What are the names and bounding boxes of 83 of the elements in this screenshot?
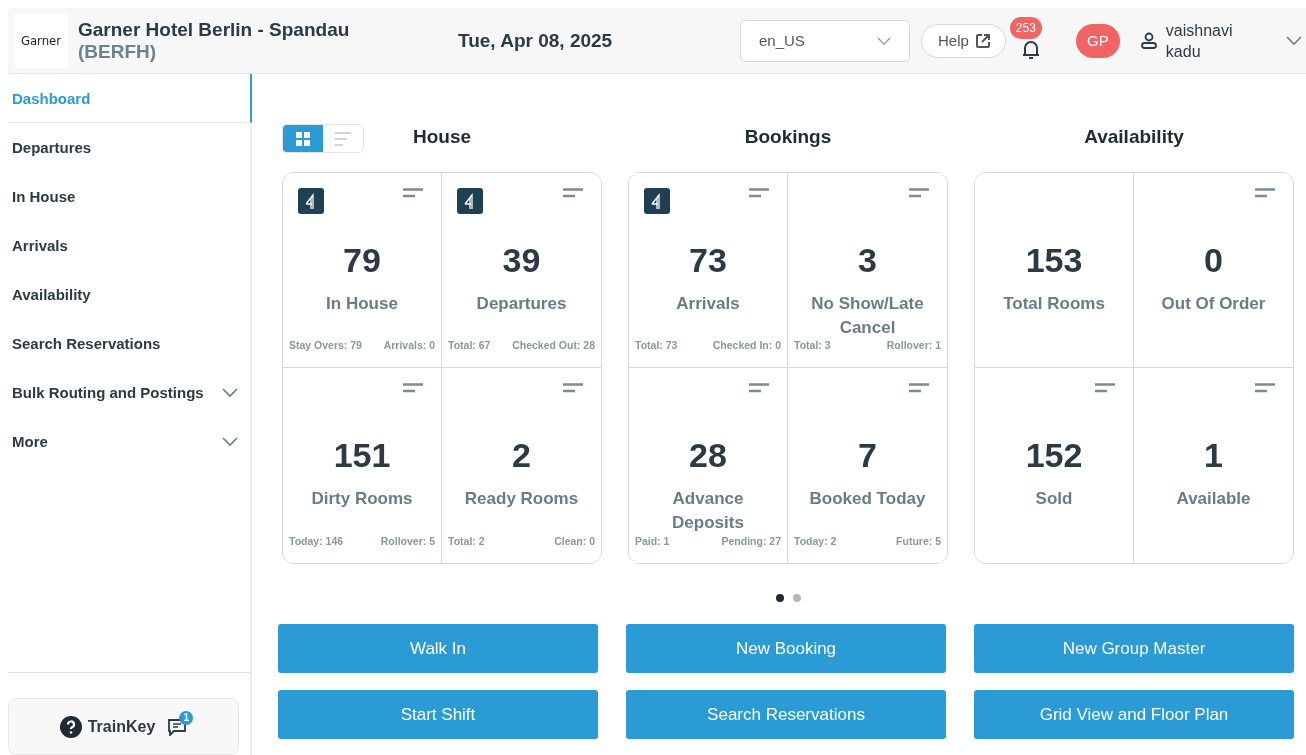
stat-detail: Checked In: 0 [712,339,781,351]
help-icon [59,715,82,738]
sort-icon[interactable] [403,383,423,393]
stat-value: 1 [1204,436,1223,475]
chevron-icon[interactable] [222,387,238,398]
sort-icon[interactable] [563,383,583,393]
sort-icon[interactable] [749,188,769,198]
user-menu-chevron-icon[interactable] [1285,35,1302,46]
message-count: 1 [179,710,194,725]
stat-detail: Total: 73 [635,339,678,351]
trainkey-button[interactable]: TrainKey 1 [8,698,239,755]
stat-label: Out Of Order [1160,293,1267,315]
stat-label: Dirty Rooms [310,488,414,510]
sort-icon[interactable] [909,383,929,393]
stat-value: 73 [689,241,727,280]
sidebar-item[interactable]: Search Reservations [8,319,252,368]
stat-value: 2 [512,436,531,475]
stat-detail: Total: 2 [448,535,485,547]
stat-label: In House [325,293,399,315]
sidebar-item[interactable]: Bulk Routing and Postings [8,368,252,417]
page-dot[interactable] [775,594,784,602]
sidebar-item[interactable]: In House [8,172,252,221]
sidebar-item[interactable]: Departures [8,123,252,172]
stat-detail: Clean: 0 [554,535,595,547]
stat-value: 79 [343,241,381,280]
sort-icon[interactable] [1255,188,1275,198]
sort-icon[interactable] [909,188,929,198]
sort-icon[interactable] [1255,383,1275,393]
stat-label: Ready Rooms [463,488,580,510]
sort-icon[interactable] [563,188,583,198]
notification-count: 253 [1009,16,1042,39]
hotel-logo: Garner [14,13,68,68]
stat-detail: Today: 2 [794,535,837,547]
stat-detail: Total: 3 [794,339,831,351]
stat-detail: Rollover: 1 [886,339,941,351]
stat-label: Departures [475,293,568,315]
grid-view-toggle[interactable] [283,125,323,152]
stat-value: 3 [858,241,877,280]
stat-detail: Total: 67 [448,339,491,351]
list-icon [335,131,351,146]
sidebar-item[interactable]: Availability [8,270,252,319]
chevron-icon [877,36,891,45]
stat-label: Arrivals [675,293,741,315]
stat-value: 151 [333,436,391,475]
external-link-icon [974,32,991,49]
sort-icon[interactable] [1095,383,1115,393]
chevron-icon[interactable] [222,436,238,447]
stat-value: 28 [689,436,727,475]
stat-label: No Show/Late Cancel [810,293,925,339]
page-dot[interactable] [792,594,801,602]
language-select[interactable]: en_US [740,19,910,62]
sidebar-item[interactable]: Arrivals [8,221,252,270]
stat-value: 7 [858,436,877,475]
stat-value: 152 [1025,436,1083,475]
stat-label: Advance Deposits [671,488,745,534]
person-icon [1139,31,1158,50]
sidebar-item[interactable]: More [8,417,252,466]
stat-label: Booked Today [808,488,927,510]
help-button[interactable]: Help [921,23,1006,58]
section-title: House [412,126,472,148]
user-name[interactable]: vaishnavi kadu [1165,19,1246,62]
hotel-name: Garner Hotel Berlin - Spandau [78,18,351,41]
stat-detail: Stay Overs: 79 [289,339,362,351]
grid-icon [296,131,310,146]
section-title: Availability [1084,126,1184,148]
stat-detail: Future: 5 [896,535,941,547]
stat-value: 153 [1025,241,1083,280]
hotel-code: (BERFH) [78,40,158,63]
section-title: Bookings [744,126,832,148]
stat-detail: Paid: 1 [635,535,670,547]
sort-icon[interactable] [749,383,769,393]
stat-detail: Today: 146 [289,535,344,547]
sort-icon[interactable] [403,188,423,198]
stat-label: Total Rooms [1002,293,1106,315]
stat-detail: Arrivals: 0 [383,339,435,351]
stat-value: 39 [502,241,541,280]
stat-label: Available [1175,488,1252,510]
stat-value: 0 [1204,241,1223,280]
stat-label: Sold [1034,488,1074,510]
stat-detail: Rollover: 5 [380,535,435,547]
stat-detail: Pending: 27 [721,535,781,547]
current-date: Tue, Apr 08, 2025 [458,29,614,52]
stat-detail: Checked Out: 28 [512,339,595,351]
